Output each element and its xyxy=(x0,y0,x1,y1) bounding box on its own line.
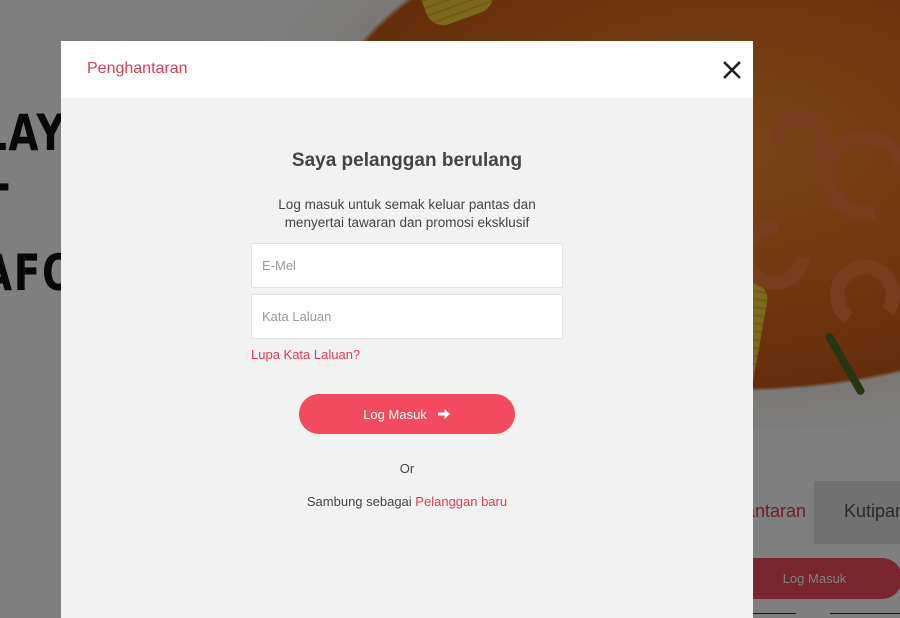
arrow-right-icon xyxy=(437,409,450,419)
new-customer-row: Sambung sebagai Pelanggan baru xyxy=(61,494,753,509)
login-button-label: Log Masuk xyxy=(363,406,427,422)
login-description: Log masuk untuk semak keluar pantas dan … xyxy=(278,197,536,230)
new-customer-link[interactable]: Pelanggan baru xyxy=(415,494,507,509)
email-field[interactable] xyxy=(251,243,563,288)
login-modal: Penghantaran Saya pelanggan berulang Log… xyxy=(61,41,753,618)
login-button[interactable]: Log Masuk xyxy=(299,394,515,434)
modal-header: Penghantaran xyxy=(61,41,753,98)
or-separator: Or xyxy=(399,461,415,476)
password-field[interactable] xyxy=(251,294,563,339)
connect-prefix: Sambung sebagai xyxy=(306,494,416,509)
forgot-password-link[interactable]: Lupa Kata Laluan? xyxy=(251,347,360,362)
close-button[interactable] xyxy=(721,59,743,81)
page-title: Saya pelanggan berulang xyxy=(291,150,523,171)
close-icon xyxy=(723,61,741,79)
modal-title: Penghantaran xyxy=(87,60,188,77)
